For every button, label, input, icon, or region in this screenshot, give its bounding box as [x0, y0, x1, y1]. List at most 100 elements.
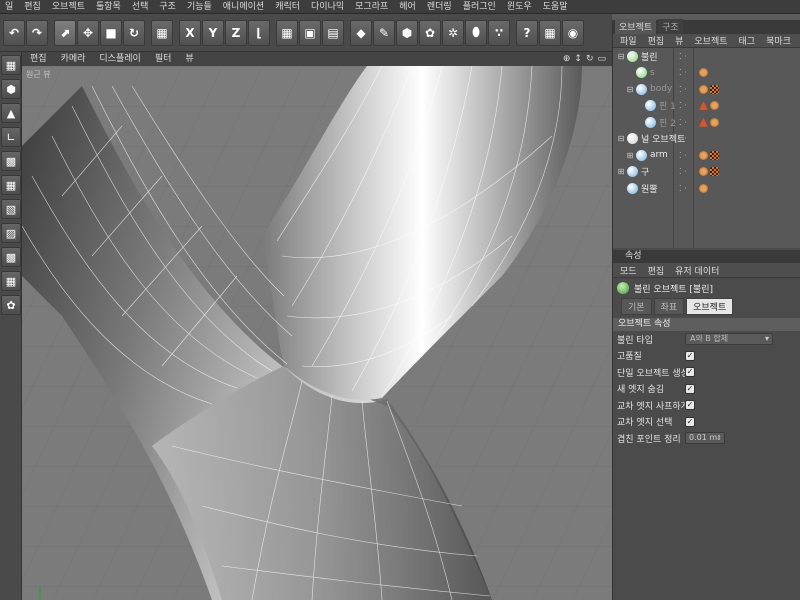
toggle-view-icon[interactable]: ▭ [597, 54, 606, 64]
rotate-view-icon[interactable]: ↻ [586, 54, 594, 64]
cube-primitive-icon[interactable]: ◆ [350, 19, 372, 46]
tab-objects[interactable]: 오브젝트 [615, 19, 657, 34]
attribute-tab[interactable]: 기본 [621, 297, 652, 315]
attribute-checkbox[interactable]: ✓ [685, 383, 695, 394]
object-menu-item[interactable]: 태그 [732, 34, 760, 47]
menu-item[interactable]: 플러그인 [458, 0, 502, 14]
viewport-menu-item[interactable]: 필터 [147, 52, 178, 66]
menu-item[interactable]: 캐릭터 [270, 0, 306, 14]
object-name[interactable]: 핀 1 [659, 99, 676, 112]
visibility-dots-icon[interactable]: ⁚ · [679, 68, 687, 77]
object-row[interactable]: ⊟ 불린 ⁚ · [613, 48, 800, 65]
attribute-checkbox[interactable]: ✓ [685, 416, 695, 427]
tree-toggle-icon[interactable]: ⊟ [615, 134, 627, 143]
points-mode-icon[interactable]: ▩ [1, 151, 21, 171]
help-icon[interactable]: ? [516, 19, 538, 46]
material-tag-icon[interactable] [699, 68, 708, 78]
object-row[interactable]: 핀 2 ⁚ · [613, 114, 800, 131]
object-name[interactable]: 구 [641, 165, 649, 178]
texture-tag-icon[interactable] [710, 150, 719, 160]
viewport-canvas[interactable] [22, 66, 612, 600]
menu-item[interactable]: 편집 [19, 0, 47, 14]
object-name[interactable]: 핀 2 [659, 116, 676, 129]
array-icon[interactable]: ✿ [419, 19, 441, 46]
visibility-dots-icon[interactable]: ⁚ · [679, 167, 687, 176]
menu-item[interactable]: 선택 [127, 0, 155, 14]
visibility-dots-icon[interactable]: ⁚ · [679, 134, 687, 143]
menu-item[interactable]: 헤어 [394, 0, 422, 14]
coordinate-system-icon[interactable]: ⌊ [248, 19, 270, 46]
scale-icon[interactable]: ■ [100, 19, 122, 46]
material-tag-icon[interactable] [710, 101, 719, 111]
rotate-icon[interactable]: ↻ [123, 19, 145, 46]
menu-item[interactable]: 일 [0, 0, 19, 14]
object-row[interactable]: ⊟ body ⁚ · [613, 81, 800, 98]
material-tag-icon[interactable] [699, 84, 708, 94]
spline-pen-icon[interactable]: ✎ [373, 19, 395, 46]
material-tag-icon[interactable] [699, 150, 708, 160]
menu-item[interactable]: 다이나믹 [306, 0, 350, 14]
undo-icon[interactable]: ↶ [3, 19, 25, 46]
object-row[interactable]: 원뿔 ⁚ · [613, 180, 800, 197]
tree-toggle-icon[interactable]: ⊞ [624, 151, 636, 160]
3d-viewport[interactable]: 편집 카메라 디스플레이 필터 뷰 ⊕ ↕ ↻ ▭ 원근 뷰 [22, 52, 612, 600]
object-axis-icon[interactable]: ▲ [1, 103, 21, 123]
attribute-menu-item[interactable]: 유저 데이터 [668, 264, 723, 277]
menu-item[interactable]: 모그라프 [350, 0, 394, 14]
zoom-view-icon[interactable]: ↕ [574, 54, 582, 64]
object-name[interactable]: 불린 [641, 50, 658, 63]
redo-icon[interactable]: ↷ [26, 19, 48, 46]
menu-item[interactable]: 윈도우 [502, 0, 538, 14]
visibility-dots-icon[interactable]: ⁚ · [679, 118, 687, 127]
texture-tag-icon[interactable] [710, 167, 719, 177]
visibility-dots-icon[interactable]: ⁚ · [679, 184, 687, 193]
texture-axis-icon[interactable]: ∟ [1, 127, 21, 147]
object-menu-item[interactable]: 파일 [613, 34, 641, 47]
menu-item[interactable]: 오브젝트 [47, 0, 91, 14]
object-name[interactable]: s [650, 68, 655, 78]
viewport-menu-item[interactable]: 카메라 [53, 52, 92, 66]
render-settings-icon[interactable]: ▤ [322, 19, 344, 46]
visibility-dots-icon[interactable]: ⁚ · [679, 85, 687, 94]
make-editable-icon[interactable]: ▦ [1, 55, 21, 75]
object-menu-item[interactable]: 뷰 [668, 34, 687, 47]
attribute-menu-item[interactable]: 편집 [641, 264, 669, 277]
tab-structure[interactable]: 구조 [658, 19, 683, 34]
menu-item[interactable]: 툴항목 [91, 0, 127, 14]
menu-item[interactable]: 애니메이션 [218, 0, 270, 14]
attribute-tab[interactable]: 오브젝트 [686, 297, 734, 315]
attribute-menu-item[interactable]: 모드 [613, 264, 641, 277]
tree-toggle-icon[interactable]: ⊞ [615, 167, 627, 176]
menu-item[interactable]: 도움말 [538, 0, 574, 14]
material-tag-icon[interactable] [699, 183, 708, 193]
subdivision-icon[interactable]: ⬢ [396, 19, 418, 46]
menu-item[interactable]: 기능들 [182, 0, 218, 14]
calculator-icon[interactable]: ▦ [539, 19, 561, 46]
boole-type-select[interactable]: A와 B 합체 [685, 333, 773, 346]
target-tag-icon[interactable] [699, 117, 708, 127]
attribute-checkbox[interactable]: ✓ [685, 400, 695, 411]
enable-axis-icon[interactable]: ▩ [1, 247, 21, 267]
live-select-icon[interactable]: ⬈ [54, 19, 76, 46]
snap-icon[interactable]: ✿ [1, 295, 21, 315]
object-menu-item[interactable]: 북마크 [759, 34, 795, 47]
visibility-dots-icon[interactable]: ⁚ · [679, 101, 687, 110]
z-axis-icon[interactable]: Z [225, 19, 247, 46]
object-row[interactable]: 핀 1 ⁚ · [613, 98, 800, 115]
move-icon[interactable]: ✥ [77, 19, 99, 46]
menu-item[interactable]: 구조 [154, 0, 182, 14]
render-view-icon[interactable]: ▦ [276, 19, 298, 46]
object-row[interactable]: ⊞ arm ⁚ · [613, 147, 800, 164]
uv-mode-icon[interactable]: ▨ [1, 223, 21, 243]
tree-toggle-icon[interactable]: ⊟ [615, 52, 627, 61]
object-menu-item[interactable]: 편집 [641, 34, 669, 47]
attribute-tab[interactable]: 좌표 [653, 297, 685, 315]
polygons-mode-icon[interactable]: ▧ [1, 199, 21, 219]
visibility-dots-icon[interactable]: ⁚ · [679, 52, 687, 61]
particle-icon[interactable]: ∵ [488, 19, 510, 46]
object-row[interactable]: s ⁚ · [613, 65, 800, 82]
object-row[interactable]: ⊞ 구 ⁚ · [613, 164, 800, 181]
object-name[interactable]: arm [650, 150, 668, 160]
viewport-menu-item[interactable]: 뷰 [177, 52, 199, 66]
texture-tag-icon[interactable] [710, 84, 719, 94]
